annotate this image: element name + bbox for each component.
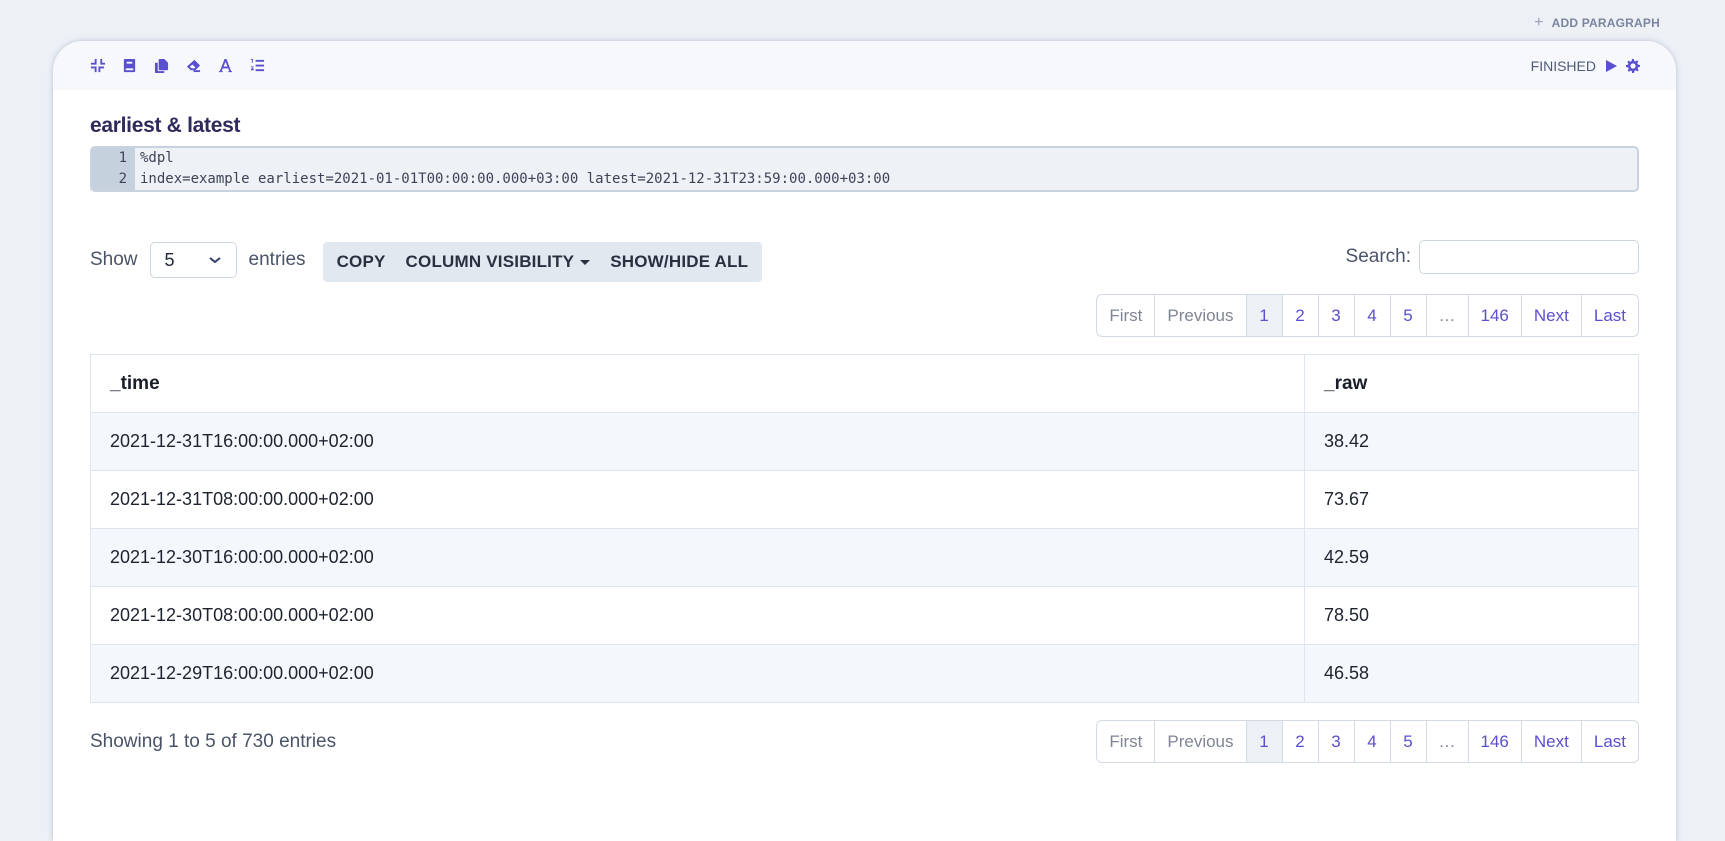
results-table: _time _raw 2021-12-31T16:00:00.000+02:00… (90, 354, 1639, 703)
chevron-down-icon (208, 257, 221, 264)
entries-label: entries (248, 249, 306, 270)
code-line: 1 %dpl (92, 148, 1637, 169)
play-icon[interactable] (1604, 59, 1618, 73)
code-text: %dpl (140, 150, 174, 166)
compress-icon[interactable] (89, 57, 106, 74)
pagination-page[interactable]: 4 (1353, 721, 1390, 762)
pagination-previous[interactable]: Previous (1154, 295, 1245, 336)
pagination-next[interactable]: Next (1520, 721, 1581, 762)
pagination-first[interactable]: First (1097, 295, 1154, 336)
copy-button[interactable]: COPY (327, 252, 396, 272)
line-number: 2 (92, 169, 135, 190)
pagination-page[interactable]: 146 (1467, 721, 1521, 762)
show-label: Show (90, 249, 138, 270)
pagination-page[interactable]: 5 (1389, 721, 1426, 762)
show-hide-all-button[interactable]: SHOW/HIDE ALL (600, 252, 758, 272)
font-icon[interactable] (217, 57, 234, 74)
code-editor[interactable]: 1 %dpl 2 index=example earliest=2021-01-… (90, 146, 1639, 192)
table-row: 2021-12-31T16:00:00.000+02:00 38.42 (90, 412, 1639, 471)
show-entries: Show 5 entries (90, 242, 306, 278)
column-header-time[interactable]: _time (90, 354, 1305, 413)
pagination-last[interactable]: Last (1580, 721, 1638, 762)
eraser-icon[interactable] (185, 57, 202, 74)
paragraph-status: FINISHED (1531, 58, 1640, 74)
pagination-ellipsis: … (1425, 295, 1468, 336)
cell-time: 2021-12-30T08:00:00.000+02:00 (90, 586, 1305, 645)
cell-time: 2021-12-31T16:00:00.000+02:00 (90, 412, 1305, 471)
search-label: Search: (1345, 246, 1411, 267)
cell-time: 2021-12-29T16:00:00.000+02:00 (90, 644, 1305, 703)
cell-raw: 42.59 (1304, 528, 1639, 587)
cell-raw: 78.50 (1304, 586, 1639, 645)
pagination-page[interactable]: 4 (1353, 295, 1390, 336)
table-row: 2021-12-31T08:00:00.000+02:00 73.67 (90, 470, 1639, 529)
pagination-page[interactable]: 2 (1281, 295, 1318, 336)
column-header-raw[interactable]: _raw (1304, 354, 1639, 413)
add-paragraph-label: ADD PARAGRAPH (1551, 16, 1660, 30)
pagination-last[interactable]: Last (1580, 295, 1638, 336)
pagination-top: First Previous 1 2 3 4 5 … 146 Next Last (1096, 294, 1639, 337)
pagination-bottom: First Previous 1 2 3 4 5 … 146 Next Last (1096, 720, 1639, 763)
entries-value: 5 (164, 249, 175, 270)
pagination-ellipsis: … (1425, 721, 1468, 762)
gear-icon[interactable] (1626, 58, 1640, 73)
plus-icon: + (1534, 14, 1544, 31)
cell-raw: 38.42 (1304, 412, 1639, 471)
cell-raw: 46.58 (1304, 644, 1639, 703)
pagination-first[interactable]: First (1097, 721, 1154, 762)
search-input[interactable] (1419, 240, 1639, 274)
table-info: Showing 1 to 5 of 730 entries (90, 730, 337, 752)
pagination-page[interactable]: 146 (1467, 295, 1521, 336)
pagination-page[interactable]: 3 (1317, 295, 1354, 336)
table-row: 2021-12-29T16:00:00.000+02:00 46.58 (90, 644, 1639, 703)
table-row: 2021-12-30T16:00:00.000+02:00 42.59 (90, 528, 1639, 587)
pagination-page[interactable]: 5 (1389, 295, 1426, 336)
cell-time: 2021-12-31T08:00:00.000+02:00 (90, 470, 1305, 529)
paragraph-toolbar (89, 57, 266, 74)
cell-time: 2021-12-30T16:00:00.000+02:00 (90, 528, 1305, 587)
code-text: index=example earliest=2021-01-01T00:00:… (140, 171, 891, 187)
paragraph-header: FINISHED (53, 41, 1676, 90)
entries-select[interactable]: 5 (149, 242, 237, 278)
table-header-row: _time _raw (90, 354, 1639, 413)
column-visibility-label: COLUMN VISIBILITY (405, 252, 575, 271)
line-number: 1 (92, 148, 135, 169)
pagination-next[interactable]: Next (1520, 295, 1581, 336)
table-button-group: COPY COLUMN VISIBILITY SHOW/HIDE ALL (322, 242, 763, 282)
paragraph-title[interactable]: earliest & latest (90, 114, 1639, 138)
caret-down-icon (580, 259, 591, 265)
pagination-page[interactable]: 2 (1281, 721, 1318, 762)
code-line: 2 index=example earliest=2021-01-01T00:0… (92, 169, 1637, 190)
cell-raw: 73.67 (1304, 470, 1639, 529)
pagination-page[interactable]: 1 (1245, 721, 1282, 762)
pagination-page[interactable]: 1 (1245, 295, 1282, 336)
copy-icon[interactable] (153, 57, 170, 74)
pagination-previous[interactable]: Previous (1154, 721, 1245, 762)
status-label: FINISHED (1530, 57, 1596, 74)
book-icon[interactable] (121, 57, 138, 74)
ordered-list-icon[interactable] (249, 57, 266, 74)
table-search: Search: (1346, 240, 1639, 274)
table-row: 2021-12-30T08:00:00.000+02:00 78.50 (90, 586, 1639, 645)
paragraph-card: FINISHED earliest & latest 1 %dpl 2 inde… (53, 41, 1676, 841)
column-visibility-button[interactable]: COLUMN VISIBILITY (396, 252, 601, 272)
table-controls: Show 5 entries COPY COLUMN VISIBILITY SH… (90, 240, 1639, 282)
pagination-page[interactable]: 3 (1317, 721, 1354, 762)
add-paragraph-button[interactable]: + ADD PARAGRAPH (1534, 14, 1660, 32)
